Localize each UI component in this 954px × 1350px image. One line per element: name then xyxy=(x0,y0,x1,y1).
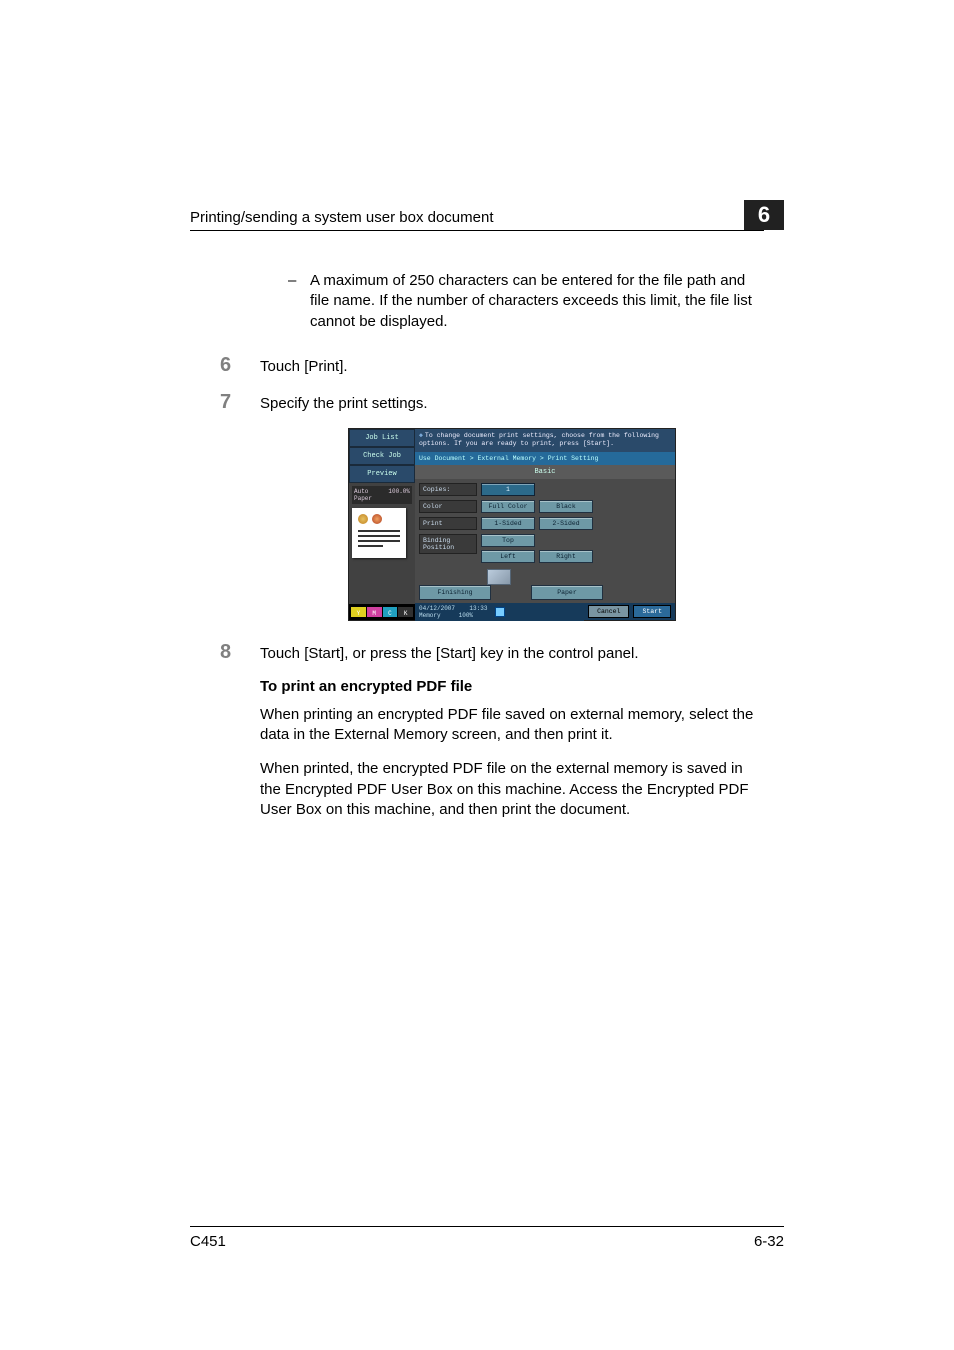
btn-full-color[interactable]: Full Color xyxy=(481,500,535,513)
status-date: 04/12/2007 xyxy=(419,605,455,612)
toner-y: Y xyxy=(351,607,366,617)
toner-levels: Y M C K xyxy=(349,605,415,619)
step-number-7: 7 xyxy=(220,391,260,414)
memory-card-icon xyxy=(495,607,505,617)
paragraph-2: When printed, the encrypted PDF file on … xyxy=(260,759,764,820)
btn-paper[interactable]: Paper xyxy=(531,585,603,600)
btn-1-sided[interactable]: 1-Sided xyxy=(481,517,535,530)
toner-m: M xyxy=(367,607,382,617)
btn-binding-left[interactable]: Left xyxy=(481,550,535,563)
zoom-value: 100.0% xyxy=(388,488,410,502)
finishing-icon xyxy=(487,569,511,585)
status-memory-label: Memory xyxy=(419,612,441,619)
label-copies: Copies: xyxy=(419,483,477,496)
chapter-number-badge: 6 xyxy=(744,200,784,230)
status-memory-value: 100% xyxy=(459,612,473,619)
preview-thumbnail[interactable] xyxy=(352,508,406,558)
bullet-text: A maximum of 250 characters can be enter… xyxy=(310,271,764,332)
tab-check-job[interactable]: Check Job xyxy=(349,447,415,465)
footer-page: 6-32 xyxy=(754,1233,784,1250)
step-number-8: 8 xyxy=(220,641,260,664)
footer-model: C451 xyxy=(190,1233,226,1250)
label-print: Print xyxy=(419,517,477,530)
btn-finishing[interactable]: Finishing xyxy=(419,585,491,600)
btn-black[interactable]: Black xyxy=(539,500,593,513)
diamond-icon: ❖ xyxy=(419,432,423,439)
btn-cancel[interactable]: Cancel xyxy=(588,605,629,618)
btn-start[interactable]: Start xyxy=(633,605,671,618)
tab-job-list[interactable]: Job List xyxy=(349,429,415,447)
paragraph-1: When printing an encrypted PDF file save… xyxy=(260,705,764,746)
subheading-encrypted-pdf: To print an encrypted PDF file xyxy=(260,678,764,695)
toner-k: K xyxy=(398,607,413,617)
device-screenshot: Job List Check Job Preview Auto Paper 10… xyxy=(348,428,676,620)
step-6-text: Touch [Print]. xyxy=(260,357,348,377)
breadcrumb: Use Document > External Memory > Print S… xyxy=(415,452,675,465)
label-binding-position: Binding Position xyxy=(419,534,477,554)
copies-value[interactable]: 1 xyxy=(481,483,535,496)
zoom-mode-label: Auto Paper xyxy=(354,488,388,502)
label-color: Color xyxy=(419,500,477,513)
tab-preview[interactable]: Preview xyxy=(349,465,415,483)
btn-2-sided[interactable]: 2-Sided xyxy=(539,517,593,530)
step-7-text: Specify the print settings. xyxy=(260,394,428,414)
step-number-6: 6 xyxy=(220,354,260,377)
status-time: 13:33 xyxy=(469,605,487,612)
bullet-dash: – xyxy=(288,271,310,332)
panel-title-basic: Basic xyxy=(415,465,675,479)
btn-binding-top[interactable]: Top xyxy=(481,534,535,547)
instruction-message: ❖To change document print settings, choo… xyxy=(415,429,675,451)
toner-c: C xyxy=(383,607,398,617)
step-8-text: Touch [Start], or press the [Start] key … xyxy=(260,644,639,664)
note-bullet: – A maximum of 250 characters can be ent… xyxy=(260,271,764,332)
btn-binding-right[interactable]: Right xyxy=(539,550,593,563)
page-header-title: Printing/sending a system user box docum… xyxy=(190,209,494,226)
